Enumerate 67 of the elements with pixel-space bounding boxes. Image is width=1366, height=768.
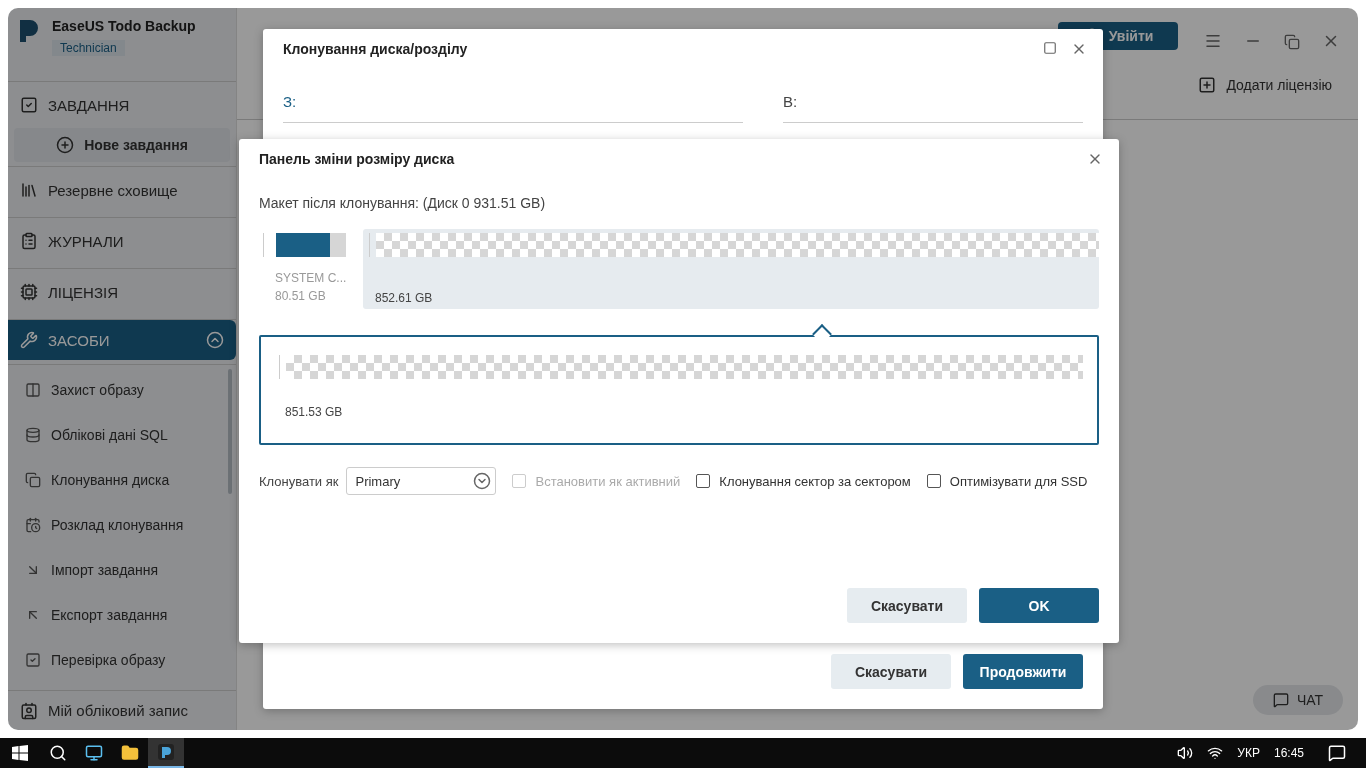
tool-item[interactable]: Розклад клонування	[8, 502, 236, 547]
usage-bar	[276, 233, 346, 257]
tool-icon	[25, 381, 41, 398]
new-task-button[interactable]: Нове завдання	[14, 128, 230, 162]
partition-size: 80.51 GB	[275, 289, 327, 303]
tool-item[interactable]: Захист образу	[8, 367, 236, 412]
license-icon	[1198, 75, 1217, 94]
plus-icon	[56, 136, 75, 154]
clone-as-dropdown[interactable]: Primary	[346, 467, 497, 495]
chevron-icon	[473, 472, 492, 490]
partition[interactable]: 852.61 GB	[363, 229, 1099, 309]
account-icon	[20, 701, 38, 720]
option-checkbox[interactable]: Клонування сектор за сектором	[696, 473, 911, 489]
tool-icon	[25, 471, 41, 488]
sidebar-item[interactable]: ЗАВДАННЯ	[8, 82, 236, 128]
checkbox[interactable]	[696, 474, 711, 488]
cancel-button[interactable]: Скасувати	[847, 588, 967, 623]
wifi-icon[interactable]	[1207, 745, 1224, 761]
ok-button[interactable]: OK	[979, 588, 1099, 623]
partition-size: 851.53 GB	[285, 405, 344, 419]
nav-icon	[20, 96, 38, 114]
sidebar-item[interactable]: ЛІЦЕНЗІЯ	[8, 269, 236, 315]
add-license-button[interactable]: Додати ліцензію	[1192, 74, 1338, 95]
restore-icon[interactable]	[1284, 34, 1300, 50]
tool-item[interactable]: Експорт завдання	[8, 592, 236, 637]
sidebar-item[interactable]: ЗАСОБИ	[8, 320, 236, 360]
chat-button[interactable]: ЧАТ	[1253, 685, 1343, 715]
tool-icon	[25, 516, 41, 533]
source-label: З:	[283, 93, 743, 123]
partition[interactable]: SYSTEM C... 80.51 GB	[259, 229, 359, 309]
dialog-title: Клонування диска/розділу	[283, 41, 468, 57]
destination-label: В:	[783, 93, 1083, 123]
logo-icon	[18, 18, 40, 44]
checkbox[interactable]	[926, 474, 941, 488]
partition-size: 852.61 GB	[375, 291, 434, 305]
tool-icon	[25, 651, 41, 668]
nav-icon	[20, 232, 38, 250]
option-checkbox[interactable]: Оптимізувати для SSD	[926, 473, 1088, 489]
target-partition[interactable]: 851.53 GB	[259, 335, 1099, 445]
volume-icon[interactable]	[1177, 745, 1194, 761]
nav-icon	[20, 181, 38, 199]
nav-icon	[20, 331, 38, 349]
notifications-icon[interactable]	[1328, 744, 1346, 762]
tool-item[interactable]: Облікові дані SQL	[8, 412, 236, 457]
dialog-title: Панель зміни розміру диска	[259, 151, 455, 167]
app-title: EaseUS Todo Backup	[52, 18, 196, 34]
language-indicator[interactable]: УКР	[1237, 746, 1260, 760]
cancel-button[interactable]: Скасувати	[831, 654, 951, 689]
layout-label: Макет після клонування: (Диск 0 931.51 GB)	[259, 195, 547, 211]
clone-as-label: Клонувати як	[259, 473, 339, 489]
continue-button[interactable]: Продовжити	[963, 654, 1083, 689]
tool-item[interactable]: Перевірка образу	[8, 637, 236, 682]
tool-item[interactable]: Клонування диска	[8, 457, 236, 502]
sidebar-item[interactable]: Резервне сховище	[8, 167, 236, 213]
menu-icon[interactable]	[1204, 32, 1222, 50]
clock[interactable]: 16:45	[1273, 746, 1304, 760]
chat-icon	[1272, 692, 1289, 708]
account-item[interactable]: Мій обліковий запис	[8, 690, 236, 730]
tool-item[interactable]: Імпорт завдання	[8, 547, 236, 592]
collapse-icon[interactable]	[206, 331, 224, 349]
app-taskbar-icon[interactable]	[148, 738, 184, 768]
tool-icon	[25, 426, 41, 443]
nav-icon	[20, 283, 38, 301]
edition-badge: Technician	[52, 40, 125, 56]
partition-name: SYSTEM C...	[275, 271, 348, 285]
maximize-icon[interactable]	[1043, 41, 1057, 57]
sidebar-item[interactable]: ЖУРНАЛИ	[8, 218, 236, 264]
